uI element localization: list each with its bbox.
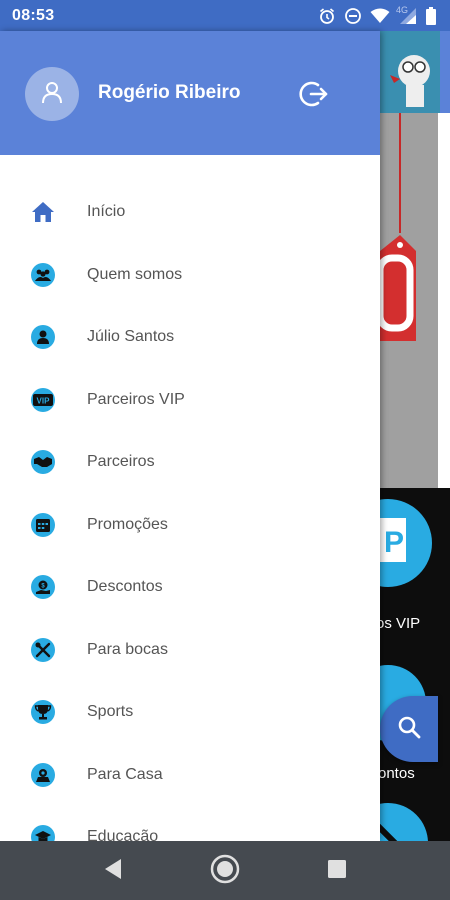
avatar[interactable] — [25, 67, 79, 121]
people-icon — [31, 262, 55, 287]
menu-item-inicio[interactable]: Início — [0, 181, 380, 244]
menu-item-para-casa[interactable]: Para Casa — [0, 744, 380, 807]
calendar-icon — [31, 512, 55, 537]
menu-item-educacao[interactable]: Educação — [0, 806, 380, 841]
background-promo-image — [380, 113, 450, 488]
svg-text:P: P — [384, 526, 404, 559]
home-circle-icon — [209, 853, 241, 890]
back-button[interactable] — [95, 853, 131, 889]
background-tiles: P os VIP ontos — [380, 488, 450, 841]
status-bar: 08:53 4G — [0, 0, 450, 31]
menu-item-julio-santos[interactable]: Júlio Santos — [0, 306, 380, 369]
menu-item-parceiros[interactable]: Parceiros — [0, 431, 380, 494]
menu-label: Parceiros VIP — [87, 390, 185, 408]
recents-button[interactable] — [319, 853, 355, 889]
logout-icon — [298, 81, 330, 114]
status-icons: 4G — [318, 5, 436, 26]
battery-icon — [426, 7, 436, 25]
menu-label: Para bocas — [87, 640, 168, 658]
background-app: P os VIP ontos — [380, 31, 450, 841]
discount-icon: $ — [31, 575, 55, 600]
graduation-cap-icon — [31, 825, 55, 841]
vip-icon: VIP — [31, 387, 55, 412]
menu-label: Educação — [87, 828, 159, 841]
handshake-icon — [31, 450, 55, 475]
cutlery-icon — [31, 637, 55, 662]
menu-label: Para Casa — [87, 765, 163, 783]
menu-label: Sports — [87, 703, 134, 721]
background-banner-image — [380, 31, 450, 113]
menu-item-sports[interactable]: Sports — [0, 681, 380, 744]
back-icon — [103, 858, 123, 885]
person-icon — [40, 80, 64, 109]
menu-item-parceiros-vip[interactable]: VIP Parceiros VIP — [0, 369, 380, 432]
home-icon — [31, 200, 55, 224]
recents-icon — [327, 859, 347, 884]
do-not-disturb-icon — [344, 7, 362, 25]
house-icon — [31, 762, 55, 787]
background-tile-label-descontos: ontos — [380, 765, 415, 782]
wifi-icon — [370, 8, 390, 24]
system-navigation-bar — [0, 841, 450, 900]
home-button[interactable] — [207, 853, 243, 889]
menu-label: Descontos — [87, 578, 163, 596]
menu-item-quem-somos[interactable]: Quem somos — [0, 244, 380, 307]
person-icon — [31, 325, 55, 350]
menu-label: Promoções — [87, 515, 168, 533]
menu-label: Parceiros — [87, 453, 155, 471]
menu-item-promocoes[interactable]: Promoções — [0, 494, 380, 557]
menu-label: Quem somos — [87, 265, 183, 283]
menu-item-descontos[interactable]: $ Descontos — [0, 556, 380, 619]
cell-signal-icon: 4G — [396, 5, 418, 25]
menu-label: Júlio Santos — [87, 328, 175, 346]
search-fab[interactable] — [380, 696, 438, 762]
logout-button[interactable] — [298, 78, 330, 110]
search-icon — [396, 714, 422, 745]
menu-label: Início — [87, 203, 126, 221]
svg-text:VIP: VIP — [37, 396, 51, 405]
background-tile-label-vip: os VIP — [380, 615, 421, 632]
trophy-icon — [31, 700, 55, 725]
drawer-menu: Início Quem somos Júlio Santos VIP Parce… — [0, 181, 380, 841]
status-time: 08:53 — [12, 7, 55, 24]
alarm-icon — [318, 7, 336, 25]
user-name: Rogério Ribeiro — [98, 82, 241, 103]
drawer-header: Rogério Ribeiro — [0, 31, 380, 155]
navigation-drawer: Rogério Ribeiro Início Quem somos Júlio … — [0, 31, 380, 841]
menu-item-para-bocas[interactable]: Para bocas — [0, 619, 380, 682]
